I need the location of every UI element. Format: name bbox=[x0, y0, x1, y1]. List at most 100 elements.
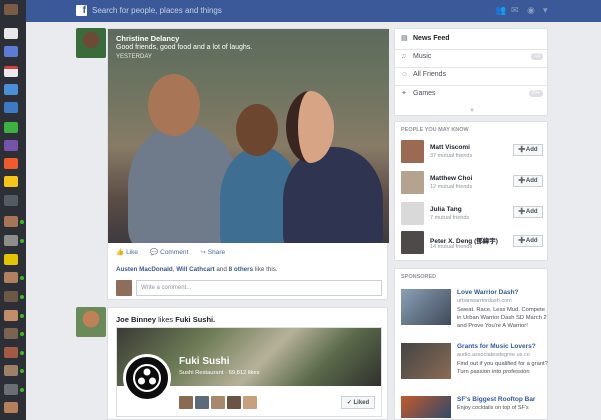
add-friend-button[interactable]: ➕Add bbox=[513, 235, 543, 247]
add-friend-button[interactable]: ➕Add bbox=[513, 175, 543, 187]
ad-unit[interactable]: SF's Biggest Rooftop Bar Enjoy cocktails… bbox=[401, 396, 543, 420]
contact-avatar[interactable] bbox=[4, 291, 18, 302]
divider bbox=[395, 49, 549, 50]
contact-avatar[interactable] bbox=[4, 254, 18, 265]
share-label: Share bbox=[207, 249, 226, 256]
avatar[interactable] bbox=[401, 202, 424, 225]
contact-avatar[interactable] bbox=[4, 235, 18, 246]
like-label: Like bbox=[126, 249, 139, 256]
actor-link[interactable]: Joe Binney bbox=[116, 315, 156, 324]
ad-unit[interactable]: Grants for Music Lovers? audio.associate… bbox=[401, 343, 548, 393]
online-indicator bbox=[20, 314, 24, 318]
photo-person bbox=[236, 104, 278, 156]
contact-avatar[interactable] bbox=[4, 216, 18, 227]
mutual-friends[interactable]: 37 mutual friends bbox=[430, 153, 472, 159]
comment-button[interactable]: 💬 Comment bbox=[150, 248, 188, 256]
like-button[interactable]: 👍 Like bbox=[116, 248, 138, 256]
music-app-icon[interactable] bbox=[4, 158, 18, 169]
page-logo[interactable] bbox=[123, 354, 171, 402]
page-preview-card[interactable]: Fuki Sushi Sushi Restaurant · 69,812 lik… bbox=[116, 327, 382, 417]
ad-image[interactable] bbox=[401, 343, 451, 379]
current-user-avatar bbox=[116, 280, 132, 296]
liked-button[interactable]: ✓ Liked bbox=[341, 396, 375, 409]
post-photo[interactable]: Christine Delancy Good friends, good foo… bbox=[108, 29, 389, 243]
ad-title[interactable]: Grants for Music Lovers? bbox=[457, 343, 547, 350]
notifications-icon[interactable]: ◉ bbox=[527, 6, 537, 15]
facebook-logo-icon[interactable]: f bbox=[76, 5, 87, 16]
friend-thumbnail[interactable] bbox=[211, 396, 225, 409]
post-author-avatar[interactable] bbox=[76, 28, 106, 58]
mutual-friends[interactable]: 7 mutual friends bbox=[430, 215, 469, 221]
post-timestamp[interactable]: YESTERDAY bbox=[116, 54, 152, 60]
contact-avatar[interactable] bbox=[4, 272, 18, 283]
ad-image[interactable] bbox=[401, 396, 451, 418]
friend-thumbnail[interactable] bbox=[195, 396, 209, 409]
search-app-icon[interactable] bbox=[4, 122, 18, 133]
avatar[interactable] bbox=[401, 231, 424, 254]
photos-icon[interactable] bbox=[4, 84, 18, 95]
post-author-avatar[interactable] bbox=[76, 307, 106, 337]
news-feed-icon[interactable] bbox=[4, 28, 18, 39]
post-author-name[interactable]: Christine Delancy bbox=[116, 34, 179, 43]
messages-icon[interactable] bbox=[4, 46, 18, 57]
photo-post: Christine Delancy Good friends, good foo… bbox=[107, 28, 389, 300]
liker-link[interactable]: Will Cathcart bbox=[176, 266, 214, 273]
games-app-icon[interactable] bbox=[4, 140, 18, 151]
story-verb: likes bbox=[158, 315, 174, 324]
others-link[interactable]: 8 others bbox=[229, 266, 254, 273]
add-friend-button[interactable]: ➕Add bbox=[513, 144, 543, 156]
ad-title[interactable]: Love Warrior Dash? bbox=[457, 289, 547, 296]
music-icon: ♫ bbox=[401, 53, 407, 60]
contact-avatar[interactable] bbox=[4, 328, 18, 339]
comment-input[interactable]: Write a comment... bbox=[136, 280, 382, 296]
nav-item-music[interactable]: ♫ Music 19 bbox=[401, 51, 543, 63]
add-friend-button[interactable]: ➕Add bbox=[513, 206, 543, 218]
friend-thumbnail[interactable] bbox=[227, 396, 241, 409]
profile-avatar[interactable] bbox=[4, 4, 18, 15]
online-indicator bbox=[20, 369, 24, 373]
online-indicator bbox=[20, 351, 24, 355]
add-friend-icon: ➕ bbox=[518, 238, 526, 244]
feed-nav: ▤ News Feed ♫ Music 19 ☺ All Friends ✦ G… bbox=[394, 28, 549, 116]
contact-avatar[interactable] bbox=[4, 402, 18, 413]
more-apps-icon[interactable] bbox=[4, 195, 18, 206]
avatar[interactable] bbox=[401, 140, 424, 163]
contact-avatar[interactable] bbox=[4, 384, 18, 395]
page-link[interactable]: Fuki Sushi. bbox=[175, 315, 215, 324]
settings-chevron-icon[interactable]: ▾ bbox=[543, 6, 553, 15]
section-title: SPONSORED bbox=[401, 274, 437, 280]
events-icon[interactable] bbox=[4, 66, 18, 77]
online-indicator bbox=[20, 388, 24, 392]
liker-link[interactable]: Austen MacDonald bbox=[116, 266, 173, 273]
mutual-friends[interactable]: 14 mutual friends bbox=[430, 244, 472, 250]
comment-icon: 💬 bbox=[150, 249, 159, 256]
ad-body: Find out if you qualified for a grant? T… bbox=[457, 361, 548, 375]
mutual-friends[interactable]: 12 mutual friends bbox=[430, 184, 472, 190]
suggestion-name[interactable]: Matt Viscomi bbox=[430, 144, 470, 151]
suggestion-name[interactable]: Julia Tang bbox=[430, 206, 462, 213]
ad-image[interactable] bbox=[401, 289, 451, 325]
messages-top-icon[interactable]: ✉ bbox=[511, 6, 521, 15]
avatar[interactable] bbox=[401, 171, 424, 194]
suggestion-row: Matthew Choi 12 mutual friends ➕Add bbox=[401, 171, 543, 195]
contact-avatar[interactable] bbox=[4, 310, 18, 321]
ad-unit[interactable]: Love Warrior Dash? urbanwarriordash.com … bbox=[401, 289, 547, 341]
share-button[interactable]: ↪ Share bbox=[200, 248, 225, 256]
friend-requests-icon[interactable]: 👥 bbox=[495, 6, 506, 15]
nav-item-games[interactable]: ✦ Games 20+ bbox=[401, 88, 543, 100]
online-indicator bbox=[20, 332, 24, 336]
search-input[interactable]: Search for people, places and things bbox=[92, 5, 312, 17]
ad-title[interactable]: SF's Biggest Rooftop Bar bbox=[457, 396, 547, 403]
share-icon: ↪ bbox=[200, 249, 206, 256]
contact-avatar[interactable] bbox=[4, 365, 18, 376]
nav-item-all-friends[interactable]: ☺ All Friends bbox=[401, 69, 543, 81]
nav-item-news-feed[interactable]: ▤ News Feed bbox=[401, 33, 543, 45]
friend-thumbnail[interactable] bbox=[243, 396, 257, 409]
more-chevron-icon[interactable]: ▼ bbox=[469, 108, 475, 114]
bee-app-icon[interactable] bbox=[4, 176, 18, 187]
suggestion-name[interactable]: Matthew Choi bbox=[430, 175, 472, 182]
contact-avatar[interactable] bbox=[4, 347, 18, 358]
app-icon[interactable] bbox=[4, 102, 18, 113]
friend-thumbnail[interactable] bbox=[179, 396, 193, 409]
page-name[interactable]: Fuki Sushi bbox=[179, 356, 230, 367]
